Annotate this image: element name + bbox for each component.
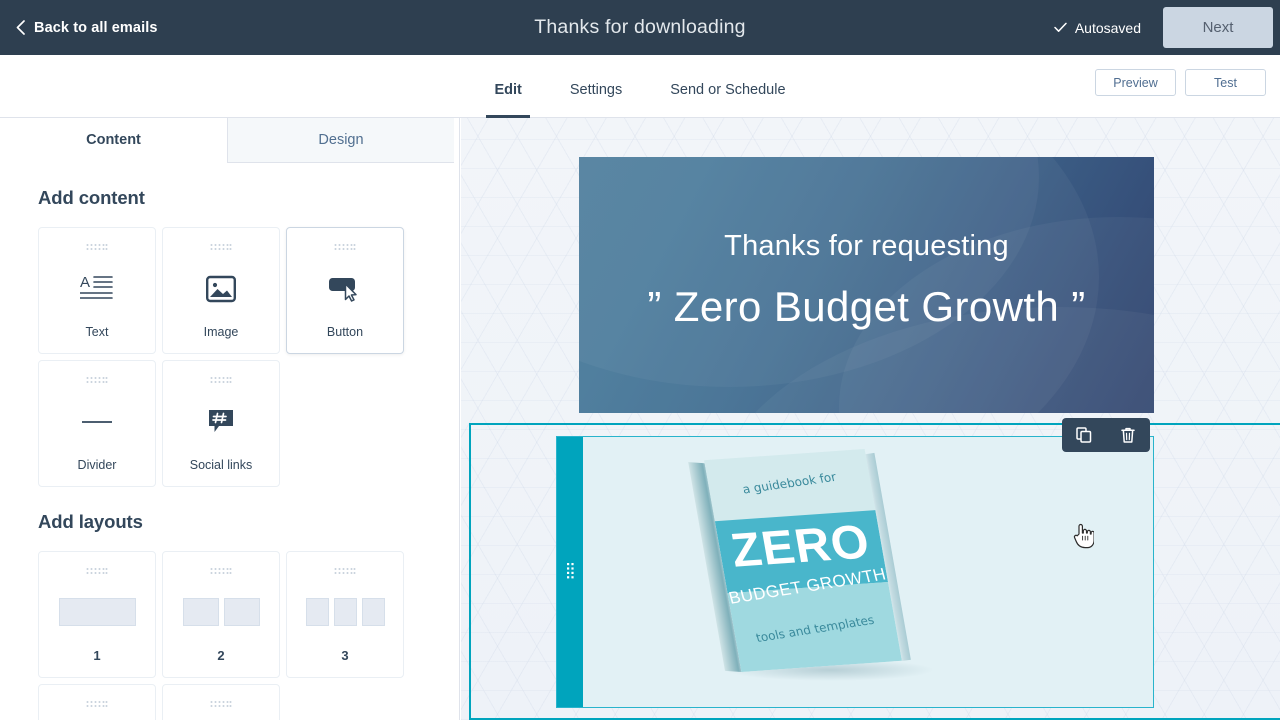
image-module[interactable]: a guidebook for ZERO BUDGET GROWTH tools… [556, 436, 1154, 708]
layout-preview-2-column [163, 576, 279, 648]
image-block-icon [163, 252, 279, 325]
tab-settings-label: Settings [569, 82, 623, 98]
drag-grip-icon [210, 244, 232, 250]
sidebar-tab-design[interactable]: Design [227, 118, 454, 163]
drag-grip-icon [86, 568, 108, 574]
content-card-social-links[interactable]: Social links [162, 360, 280, 487]
layout-preview-1-column [39, 576, 155, 648]
sidebar-body: Add content A Text Image Button Divider … [0, 163, 459, 720]
content-card-text-label: Text [85, 325, 109, 339]
content-card-button[interactable]: Button [286, 227, 404, 354]
tabbar-actions: Preview Test [1095, 69, 1266, 96]
module-toolbar [1062, 418, 1150, 452]
layout-card-3-label: 3 [341, 648, 349, 663]
chevron-left-icon [16, 20, 25, 35]
back-to-all-emails-link[interactable]: Back to all emails [16, 20, 158, 36]
content-card-divider-label: Divider [77, 458, 117, 472]
delete-module-button[interactable] [1111, 418, 1145, 452]
layout-card-3[interactable]: 3 [286, 551, 404, 678]
tab-send-or-schedule-label: Send or Schedule [670, 82, 786, 98]
module-drag-handle[interactable] [557, 437, 583, 707]
back-link-label: Back to all emails [34, 19, 158, 36]
book-3d: a guidebook for ZERO BUDGET GROWTH tools… [688, 449, 911, 673]
layout-preview-3-column [287, 576, 403, 648]
add-content-heading: Add content [38, 187, 145, 208]
content-card-image[interactable]: Image [162, 227, 280, 354]
drag-grip-icon [210, 701, 232, 707]
editor-sidebar: Content Design Add content A Text Image … [0, 118, 460, 720]
preview-button[interactable]: Preview [1095, 69, 1176, 96]
autosaved-label: Autosaved [1074, 19, 1141, 36]
content-card-image-label: Image [203, 325, 239, 339]
add-content-grid: A Text Image Button Divider Social links [38, 227, 421, 487]
autosaved-status: Autosaved [1054, 20, 1141, 36]
sidebar-tabs: Content Design [0, 118, 459, 163]
next-button[interactable]: Next [1163, 7, 1273, 48]
text-block-icon: A [39, 252, 155, 325]
layout-card-1[interactable]: 1 [38, 551, 156, 678]
drag-grip-icon [210, 377, 232, 383]
trash-icon [1121, 427, 1135, 443]
email-canvas[interactable]: Thanks for requesting ” Zero Budget Grow… [461, 118, 1280, 720]
layout-card-2[interactable]: 2 [162, 551, 280, 678]
drag-grip-icon [334, 568, 356, 574]
header-actions: Autosaved Next [1054, 0, 1280, 55]
add-layouts-heading: Add layouts [38, 511, 143, 532]
sidebar-tab-content[interactable]: Content [0, 118, 227, 163]
editor-tab-bar: Edit Settings Send or Schedule Preview T… [0, 55, 1280, 118]
content-card-divider[interactable]: Divider [38, 360, 156, 487]
module-image-area[interactable]: a guidebook for ZERO BUDGET GROWTH tools… [583, 437, 1153, 707]
banner-line-1: Thanks for requesting [724, 230, 1009, 262]
sidebar-tab-design-label: Design [318, 132, 364, 148]
test-button[interactable]: Test [1185, 69, 1266, 96]
tab-edit[interactable]: Edit [470, 55, 545, 118]
check-icon [1054, 22, 1067, 32]
content-card-button-label: Button [326, 325, 364, 339]
drag-grip-icon [566, 562, 574, 578]
social-links-block-icon [163, 385, 279, 458]
layout-card-2-label: 2 [217, 648, 225, 663]
tab-edit-label: Edit [494, 82, 522, 98]
layout-card-partial-b[interactable] [162, 684, 280, 720]
drag-grip-icon [334, 244, 356, 250]
drag-grip-icon [210, 568, 232, 574]
content-card-social-links-label: Social links [189, 458, 253, 472]
editor-tabs: Edit Settings Send or Schedule [0, 55, 1280, 118]
drag-grip-icon [86, 377, 108, 383]
tab-send-or-schedule[interactable]: Send or Schedule [646, 55, 809, 118]
svg-text:A: A [80, 274, 90, 291]
email-banner-module[interactable]: Thanks for requesting ” Zero Budget Grow… [579, 157, 1154, 413]
button-block-icon [287, 252, 403, 325]
divider-block-icon [39, 385, 155, 458]
top-header: Back to all emails Thanks for downloadin… [0, 0, 1280, 55]
duplicate-module-button[interactable] [1067, 418, 1101, 452]
drag-grip-icon [86, 244, 108, 250]
layout-card-1-label: 1 [93, 648, 101, 663]
add-layouts-grid: 1 2 3 [38, 551, 421, 720]
banner-line-2: ” Zero Budget Growth ” [647, 283, 1086, 330]
tab-settings[interactable]: Settings [546, 55, 646, 118]
copy-icon [1076, 427, 1092, 443]
content-card-text[interactable]: A Text [38, 227, 156, 354]
guidebook-image: a guidebook for ZERO BUDGET GROWTH tools… [688, 447, 961, 702]
drag-grip-icon [86, 701, 108, 707]
layout-card-partial-a[interactable] [38, 684, 156, 720]
sidebar-tab-content-label: Content [86, 132, 141, 148]
